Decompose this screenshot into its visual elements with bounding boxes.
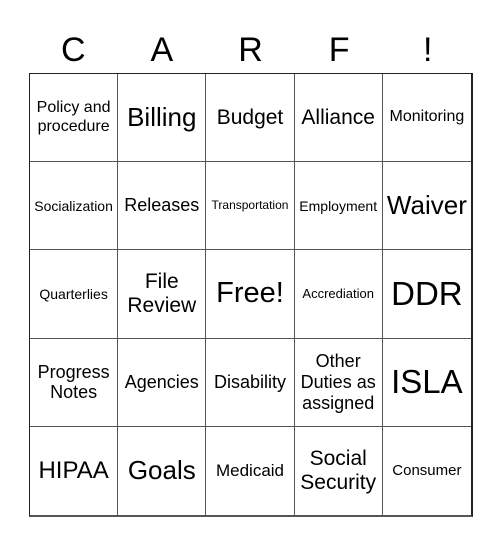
- bingo-cell[interactable]: Disability: [206, 338, 295, 427]
- bingo-cell[interactable]: Medicaid: [206, 426, 295, 515]
- bingo-cell[interactable]: Progress Notes: [30, 338, 119, 427]
- bingo-cell[interactable]: Quarterlies: [30, 250, 119, 339]
- bingo-cell[interactable]: DDR: [382, 250, 471, 339]
- header-letter-exclaim: !: [422, 31, 433, 69]
- bingo-cell[interactable]: Monitoring: [382, 74, 471, 163]
- header-letter-a: A: [150, 31, 174, 69]
- bingo-card: Policy and procedure Billing Budget Alli…: [29, 73, 473, 517]
- bingo-cell[interactable]: Socialization: [30, 162, 119, 251]
- bingo-cell[interactable]: Social Security: [295, 426, 383, 515]
- bingo-cell[interactable]: Accrediation: [294, 250, 383, 339]
- header-letter-r: R: [238, 31, 263, 69]
- header-letter-f: F: [328, 31, 350, 69]
- bingo-cell[interactable]: Goals: [118, 426, 207, 515]
- bingo-cell[interactable]: Agencies: [118, 338, 207, 427]
- bingo-header: C A R F !: [29, 28, 472, 72]
- bingo-cell[interactable]: ISLA: [382, 339, 471, 427]
- bingo-cell[interactable]: Consumer: [383, 427, 471, 515]
- bingo-cell[interactable]: Alliance: [294, 74, 383, 163]
- bingo-cell[interactable]: Transportation: [206, 162, 295, 251]
- bingo-cell[interactable]: Waiver: [382, 162, 471, 251]
- free-space-cell[interactable]: Free!: [206, 250, 295, 339]
- bingo-cell[interactable]: Budget: [206, 74, 295, 163]
- bingo-cell[interactable]: Employment: [294, 162, 383, 251]
- bingo-cell[interactable]: Releases: [118, 162, 207, 251]
- bingo-cell[interactable]: Other Duties as assigned: [294, 338, 383, 427]
- bingo-cell[interactable]: File Review: [118, 250, 207, 339]
- bingo-cell[interactable]: Billing: [118, 74, 207, 163]
- header-letter-c: C: [61, 31, 86, 69]
- bingo-cell[interactable]: HIPAA: [30, 426, 119, 515]
- bingo-cell[interactable]: Policy and procedure: [30, 74, 119, 163]
